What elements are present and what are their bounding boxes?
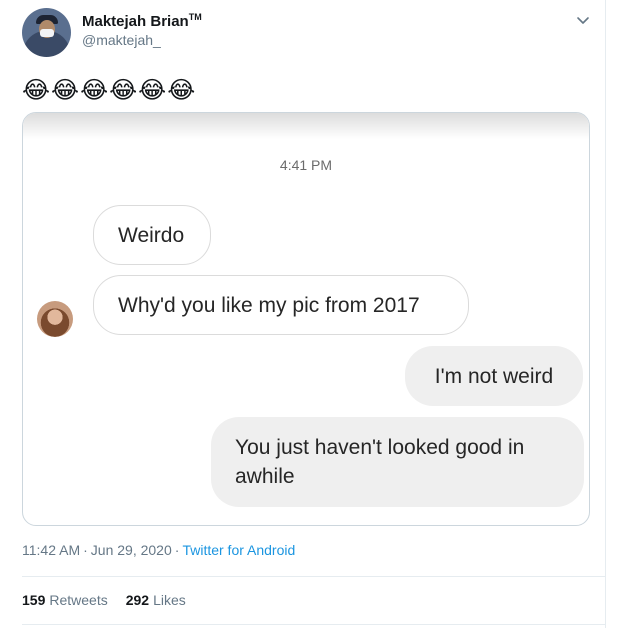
chevron-down-icon[interactable]: [575, 12, 591, 28]
tweet-text: 😂😂😂😂😂😂: [22, 76, 197, 104]
divider: [22, 576, 606, 577]
chat-bubble-incoming: Why'd you like my pic from 2017: [93, 275, 469, 335]
likes-count: 292: [125, 592, 150, 608]
chat-timestamp: 4:41 PM: [279, 157, 333, 173]
tweet-timestamp: 11:42 AM · Jun 29, 2020 · Twitter for Androi…: [22, 542, 295, 558]
author-name[interactable]: Maktejah BrianTM: [82, 12, 202, 30]
separator-dot: ·: [174, 542, 180, 558]
retweets-stat[interactable]: 159 Retweets: [22, 592, 108, 608]
chat-bubble-outgoing: I'm not weird: [405, 346, 583, 406]
chat-message-text: I'm not weird: [434, 364, 554, 388]
tweet-source-link[interactable]: Twitter for Android: [182, 542, 295, 558]
tweet-date[interactable]: Jun 29, 2020: [91, 542, 172, 558]
chat-bubble-incoming: Weirdo: [93, 205, 211, 265]
author-name-text: Maktejah Brian: [82, 13, 189, 30]
avatar-mask: [40, 29, 54, 37]
chat-message-text: Why'd you like my pic from 2017: [118, 293, 420, 317]
tweet-time[interactable]: 11:42 AM: [22, 542, 80, 558]
author-handle[interactable]: @maktejah_: [82, 32, 161, 48]
tweet-media-screenshot[interactable]: 4:41 PM Weirdo Why'd you like my pic fro…: [22, 112, 590, 526]
chat-message-text: You just haven't looked good in awhile: [235, 436, 525, 488]
sender-avatar: [37, 301, 73, 337]
likes-stat[interactable]: 292 Likes: [126, 592, 186, 608]
author-avatar[interactable]: [22, 8, 71, 57]
tweet-stats: 159 Retweets 292 Likes: [22, 592, 186, 608]
divider: [22, 624, 606, 625]
separator-dot: ·: [83, 542, 88, 558]
chat-message-text: Weirdo: [118, 223, 185, 247]
media-top-fade: [23, 113, 589, 139]
retweets-label: Retweets: [49, 592, 108, 608]
trademark-symbol: TM: [188, 12, 202, 22]
likes-label: Likes: [153, 592, 186, 608]
tweet: Maktejah BrianTM @maktejah_ 😂😂😂😂😂😂 4:41 …: [0, 0, 606, 628]
chat-bubble-outgoing: You just haven't looked good in awhile: [211, 417, 584, 507]
retweets-count: 159: [22, 592, 46, 608]
